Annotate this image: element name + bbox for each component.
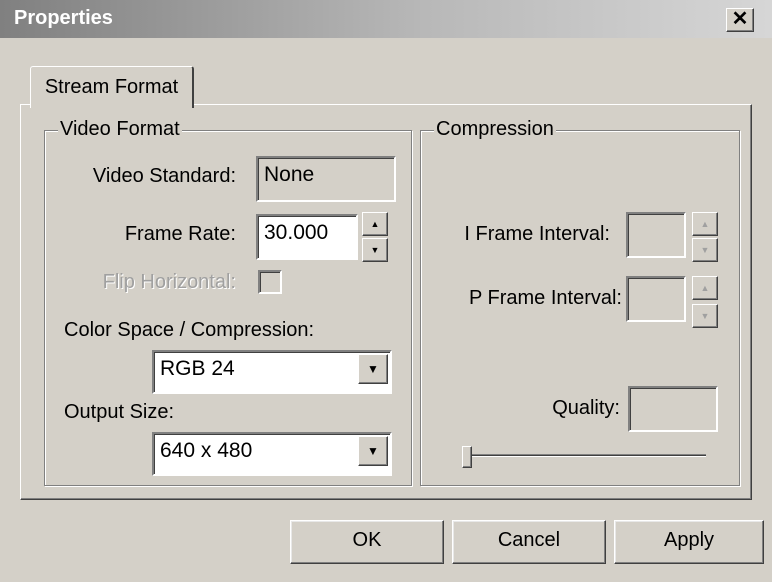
close-icon: ✕ (731, 8, 749, 30)
spin-up-icon: ▲ (700, 283, 710, 293)
flip-horizontal-checkbox[interactable] (258, 270, 282, 294)
quality-slider-thumb[interactable] (462, 446, 472, 468)
chevron-down-icon: ▼ (367, 362, 379, 376)
flip-horizontal-label: Flip Horizontal: (102, 271, 236, 293)
color-space-select[interactable]: RGB 24 (152, 350, 392, 394)
apply-button[interactable]: Apply (614, 520, 764, 564)
p-frame-interval-label: P Frame Interval: (468, 287, 622, 309)
video-format-legend: Video Format (58, 118, 182, 140)
i-frame-interval-label: I Frame Interval: (464, 223, 610, 245)
spin-up-icon: ▲ (700, 219, 710, 229)
tab-stream-format[interactable]: Stream Format (30, 66, 194, 108)
video-standard-label: Video Standard: (92, 165, 236, 187)
frame-rate-input[interactable]: 30.000 (256, 214, 358, 260)
chevron-down-icon: ▼ (367, 444, 379, 458)
frame-rate-up-button[interactable]: ▲ (362, 212, 388, 236)
p-frame-up-button: ▲ (692, 276, 718, 300)
frame-rate-down-button[interactable]: ▼ (362, 238, 388, 262)
video-standard-field: None (256, 156, 396, 202)
spin-down-icon: ▼ (700, 245, 710, 255)
quality-field (628, 386, 718, 432)
output-size-label: Output Size: (64, 401, 175, 423)
p-frame-interval-field (626, 276, 686, 322)
ok-button[interactable]: OK (290, 520, 444, 564)
cancel-button[interactable]: Cancel (452, 520, 606, 564)
color-space-dropdown-button[interactable]: ▼ (358, 354, 388, 384)
close-button[interactable]: ✕ (726, 8, 754, 32)
title-bar[interactable]: Properties ✕ (0, 0, 772, 38)
color-space-label: Color Space / Compression: (64, 319, 315, 341)
output-size-select[interactable]: 640 x 480 (152, 432, 392, 476)
spin-down-icon: ▼ (700, 311, 710, 321)
output-size-value: 640 x 480 (160, 439, 253, 462)
color-space-value: RGB 24 (160, 357, 235, 380)
output-size-dropdown-button[interactable]: ▼ (358, 436, 388, 466)
window-title: Properties (14, 7, 113, 29)
spin-down-icon: ▼ (370, 245, 380, 255)
i-frame-up-button: ▲ (692, 212, 718, 236)
spin-up-icon: ▲ (370, 219, 380, 229)
quality-label: Quality: (552, 397, 620, 419)
quality-slider-track[interactable] (462, 454, 706, 457)
p-frame-down-button: ▼ (692, 304, 718, 328)
compression-legend: Compression (434, 118, 556, 140)
i-frame-interval-field (626, 212, 686, 258)
i-frame-down-button: ▼ (692, 238, 718, 262)
frame-rate-label: Frame Rate: (124, 223, 236, 245)
